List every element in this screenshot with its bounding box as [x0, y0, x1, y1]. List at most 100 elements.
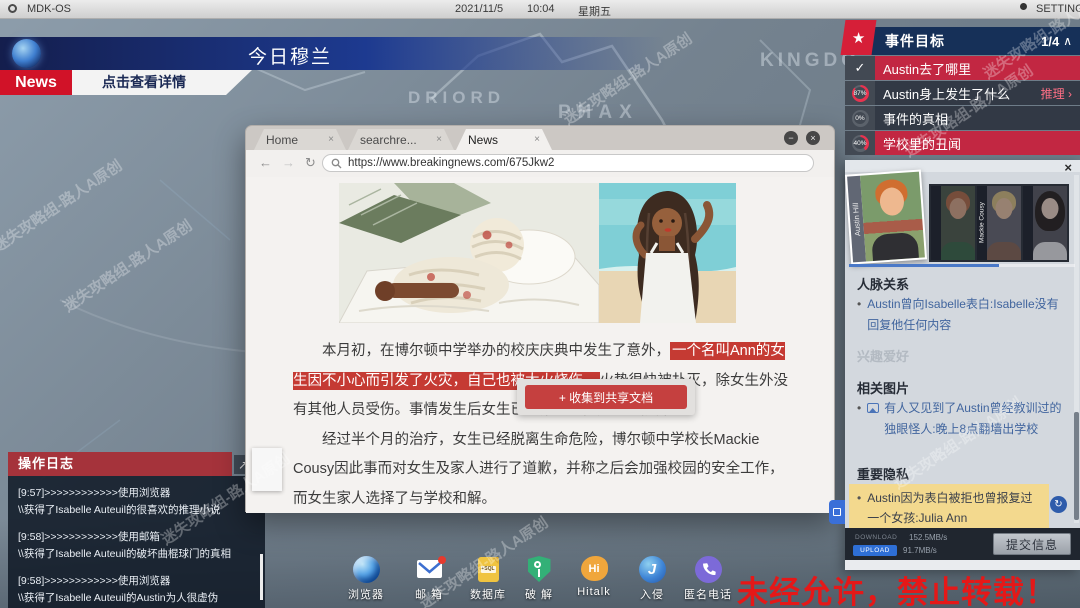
relationship-entry[interactable]: • Austin曾向Isabelle表白:Isabelle没有回复他任何内容	[857, 294, 1065, 336]
system-weekday: 星期五	[578, 6, 611, 18]
system-date: 2021/11/5	[455, 3, 504, 15]
forward-icon[interactable]: →	[282, 155, 295, 170]
blank-popup	[252, 448, 282, 491]
section-title-related-images: 相关图片	[857, 381, 910, 396]
portrait-name: Mackie Cousy	[977, 186, 987, 260]
objective-row[interactable]: ✓ Austin去了哪里	[845, 56, 1080, 80]
collapse-icon[interactable]: ∧	[1063, 34, 1072, 48]
article-image-hospital	[339, 183, 599, 323]
news-details-button[interactable]: 点击查看详情	[72, 70, 252, 95]
objectives-header[interactable]: ★ 事件目标 1/4 ∧	[840, 20, 1080, 55]
news-title: 今日穆兰	[248, 47, 333, 68]
portrait-card[interactable]	[1023, 186, 1067, 260]
download-label: DOWNLOAD	[855, 534, 898, 541]
objective-status-icon: 87%	[845, 81, 875, 105]
portrait-scrollbar[interactable]	[849, 264, 1075, 267]
section-title-hobbies: 兴趣爱好	[857, 349, 910, 364]
upload-speed: 91.7MB/s	[903, 546, 937, 555]
tab-close-icon[interactable]: ×	[328, 134, 334, 145]
taskbar-item-hitalk[interactable]: Hi Hitalk	[564, 556, 624, 598]
objectives-panel: ★ 事件目标 1/4 ∧ ✓ Austin去了哪里 87% Austin身上发生…	[840, 20, 1080, 155]
check-icon: ✓	[854, 60, 866, 75]
log-header[interactable]: 操作日志	[8, 452, 232, 476]
objective-label: Austin身上发生了什么	[883, 86, 1011, 102]
log-entry-result: \\获得了Isabelle Auteuil的破坏曲棍球门的真相	[18, 548, 231, 560]
log-scroll-thumb[interactable]	[260, 554, 263, 600]
os-logo-icon	[8, 4, 17, 13]
gear-icon[interactable]	[1020, 3, 1027, 10]
taskbar-item-crack[interactable]: 破 解	[509, 556, 569, 602]
progress-ring: 0%	[851, 109, 869, 127]
intrusion-app-icon: J	[638, 556, 666, 583]
section-title-privacy: 重要隐私	[857, 467, 910, 482]
taskbar-item-anonymous-call[interactable]: 匿名电话	[678, 556, 738, 602]
refresh-icon[interactable]: ↻	[305, 155, 316, 171]
news-badge[interactable]: News	[0, 70, 72, 95]
close-icon[interactable]: ×	[1064, 160, 1072, 175]
image-icon	[867, 403, 880, 413]
app-label: 破 解	[524, 589, 554, 601]
article-image-girl	[599, 183, 736, 323]
log-entry-head: [9:58]>>>>>>>>>>>>使用浏览器	[18, 575, 171, 587]
back-icon[interactable]: ←	[259, 155, 272, 170]
tab-close-icon[interactable]: ×	[436, 134, 442, 145]
objective-label: 学校里的丑闻	[883, 136, 962, 152]
app-label: 邮 箱	[414, 589, 444, 601]
portrait-card-mackie[interactable]: Mackie Cousy	[977, 186, 1021, 260]
tab-label: Home	[266, 132, 299, 147]
taskbar-item-browser[interactable]: 浏览器	[336, 556, 396, 602]
objective-row[interactable]: 0% 事件的真相	[845, 106, 1080, 130]
news-globe-icon	[12, 39, 41, 68]
taskbar-item-mail[interactable]: 邮 箱	[399, 556, 459, 602]
side-tab-handle[interactable]	[829, 500, 845, 524]
crack-app-icon	[526, 556, 553, 583]
article-sentence: 本月初，在博尔顿中学举办的校庆庆典中发生了意外，	[322, 343, 670, 359]
objective-row[interactable]: 40% 学校里的丑闻	[845, 131, 1080, 155]
collect-to-shared-doc-button[interactable]: + 收集到共享文档	[525, 385, 687, 409]
objectives-title: 事件目标	[885, 33, 945, 49]
deduction-link[interactable]: 推理 ›	[1041, 85, 1072, 102]
settings-button[interactable]: SETTING	[1036, 3, 1080, 15]
related-image-entry[interactable]: • 有人又见到了Austin曾经教训过的独眼怪人:晚上8点翻墙出学校	[857, 398, 1067, 440]
article-images	[339, 183, 736, 323]
url-bar[interactable]: https://www.breakingnews.com/675Jkw2	[322, 154, 814, 172]
browser-window: Home × searchre... × News × − × ← → ↻ ht…	[245, 125, 835, 513]
log-entry: [9:58]>>>>>>>>>>>>使用浏览器 \\获得了Isabelle Au…	[18, 573, 255, 607]
objective-status-icon: 0%	[845, 106, 875, 130]
relationship-text: Austin曾向Isabelle表白:Isabelle没有回复他任何内容	[867, 297, 1059, 332]
log-entry-head: [9:57]>>>>>>>>>>>>使用浏览器	[18, 487, 171, 499]
tab-search[interactable]: searchre... ×	[348, 129, 454, 150]
tab-home[interactable]: Home ×	[254, 129, 346, 150]
bullet-icon: •	[857, 297, 862, 311]
window-close-button[interactable]: ×	[806, 131, 820, 145]
log-entry-head: [9:58]>>>>>>>>>>>>使用邮箱	[18, 531, 160, 543]
taskbar-item-intrusion[interactable]: J 入侵	[622, 556, 682, 602]
log-entry: [9:57]>>>>>>>>>>>>使用浏览器 \\获得了Isabelle Au…	[18, 485, 255, 519]
share-icon[interactable]: ↻	[1050, 496, 1067, 513]
browser-tab-strip: Home × searchre... × News × − ×	[246, 126, 834, 150]
url-text: https://www.breakingnews.com/675Jkw2	[348, 157, 555, 169]
portrait-card-austin[interactable]: Austin Hill	[844, 169, 928, 265]
window-minimize-button[interactable]: −	[784, 131, 798, 145]
operation-log: 操作日志 ↗ 展 [9:57]>>>>>>>>>>>>使用浏览器 \\获得了Is…	[8, 452, 268, 608]
collect-tooltip: + 收集到共享文档	[517, 379, 695, 415]
portrait-card[interactable]	[931, 186, 975, 260]
browser-app-icon	[352, 556, 380, 583]
game-screen: DRIORD PHAX KINGDO MDK-OS 2021/11/5 10:0…	[0, 0, 1080, 608]
news-banner	[0, 37, 665, 70]
objective-row[interactable]: 87% Austin身上发生了什么 推理 ›	[845, 81, 1080, 105]
system-topbar: MDK-OS 2021/11/5 10:04 星期五 SETTING	[0, 0, 1080, 19]
objectives-counter: 1/4	[1041, 33, 1060, 49]
submit-info-button[interactable]: 提交信息	[993, 533, 1071, 555]
mail-app-icon	[416, 556, 446, 583]
os-name: MDK-OS	[27, 3, 71, 15]
related-image-text: 有人又见到了Austin曾经教训过的独眼怪人:晚上8点翻墙出学校	[884, 401, 1062, 436]
objective-label: 事件的真相	[883, 111, 949, 127]
article-text: 本月初，在博尔顿中学举办的校庆庆典中发生了意外， 一个名叫Ann的女生因不小心而引…	[293, 337, 793, 513]
privacy-entry[interactable]: • Austin因为表白被拒也曾报复过一个女孩:Julia Ann	[849, 484, 1049, 532]
map-region-label: PHAX	[558, 102, 639, 123]
dossier-scroll-thumb[interactable]	[1074, 412, 1079, 520]
search-icon	[331, 158, 342, 168]
tab-close-icon[interactable]: ×	[534, 134, 540, 145]
tab-news[interactable]: News ×	[456, 129, 552, 150]
